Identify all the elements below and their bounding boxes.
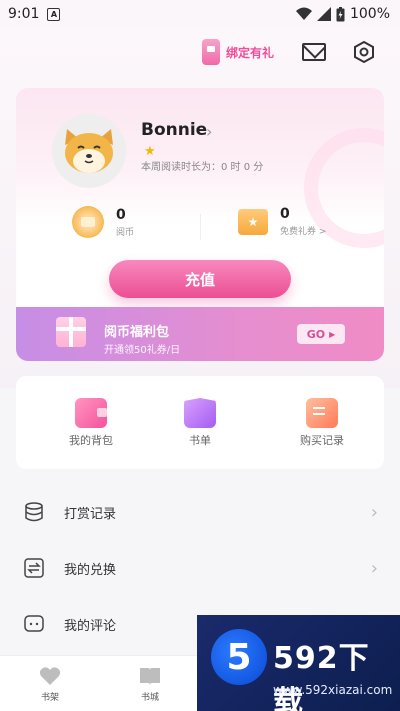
gift-icon xyxy=(56,317,86,347)
tab-bookstore[interactable]: 书城 xyxy=(100,656,200,711)
play-arrow-icon: ▶ xyxy=(329,329,336,339)
quick-label: 书单 xyxy=(189,434,211,447)
watermark-url: www.592xiazai.com xyxy=(273,683,393,697)
book-icon xyxy=(184,398,216,428)
tab-bookshelf[interactable]: 书架 xyxy=(0,656,100,711)
weekly-read-time: 本周阅读时长为：0 时 0 分 xyxy=(141,162,264,173)
coin-label: 阅币 xyxy=(116,227,135,238)
divider xyxy=(200,214,201,240)
purchase-history-button[interactable]: 购买记录 xyxy=(277,398,367,448)
booklist-button[interactable]: 书单 xyxy=(155,398,245,448)
level-star-icon: ★ xyxy=(144,144,156,159)
coupon-icon: ★ xyxy=(238,208,268,235)
settings-icon[interactable] xyxy=(352,40,376,64)
menu-label: 我的评论 xyxy=(64,618,117,634)
coupon-balance[interactable]: ★ 0 免费礼券 > xyxy=(238,206,326,237)
coupon-value: 0 xyxy=(280,206,290,222)
exchange-icon xyxy=(24,558,44,578)
chevron-right-icon: › xyxy=(370,557,378,579)
site-watermark: 5 592下载 www.592xiazai.com xyxy=(197,615,400,711)
my-backpack-button[interactable]: 我的背包 xyxy=(46,398,136,448)
heart-icon xyxy=(39,667,61,685)
menu-item-my-exchange[interactable]: 我的兑换 › xyxy=(0,540,400,596)
status-time: 9:01 xyxy=(8,6,40,22)
watermark-title: 592下载 xyxy=(273,641,370,711)
watermark-badge: 5 xyxy=(211,629,267,685)
promo-title: 阅币福利包 xyxy=(104,325,170,340)
battery-level: 100% xyxy=(349,6,390,22)
chevron-right-icon: › xyxy=(370,501,378,523)
avatar[interactable] xyxy=(52,114,126,188)
status-bar: 9:01 A 100% xyxy=(0,0,400,28)
coin-welfare-banner[interactable]: 阅币福利包 开通领50礼券/日 GO ▶ xyxy=(16,307,384,361)
profile-card: Bonnie › ★ 本周阅读时长为：0 时 0 分 0 阅币 ★ 0 免费礼券… xyxy=(16,88,384,316)
coupon-label: 免费礼券 > xyxy=(280,227,327,237)
menu-item-reward-history[interactable]: 打赏记录 › xyxy=(0,484,400,540)
book-icon xyxy=(140,668,160,685)
promo-subtitle: 开通领50礼券/日 xyxy=(104,345,181,356)
comment-icon xyxy=(24,615,44,632)
bind-gift-button[interactable]: 绑定有礼 xyxy=(201,39,274,65)
signal-icon xyxy=(316,7,331,21)
battery-icon xyxy=(336,6,345,21)
menu-label: 打赏记录 xyxy=(64,506,117,522)
shiba-avatar-icon xyxy=(65,129,113,173)
coin-value: 0 xyxy=(116,206,126,223)
tab-label: 书城 xyxy=(140,693,159,703)
top-toolbar: 绑定有礼 xyxy=(201,36,400,68)
tab-label: 书架 xyxy=(40,693,59,703)
coin-balance[interactable]: 0 阅币 xyxy=(72,206,134,238)
bind-gift-label: 绑定有礼 xyxy=(225,45,274,60)
coin-icon xyxy=(72,206,104,238)
go-button[interactable]: GO ▶ xyxy=(297,324,345,344)
mail-icon[interactable] xyxy=(302,43,326,61)
recharge-button[interactable]: 充值 xyxy=(109,260,291,298)
wallet-icon xyxy=(75,398,107,428)
wifi-icon xyxy=(295,7,312,20)
go-label: GO xyxy=(306,327,326,341)
quick-actions-panel: 我的背包 书单 购买记录 xyxy=(16,376,384,469)
receipt-icon xyxy=(306,398,338,428)
notification-icon: A xyxy=(47,7,61,21)
menu-label: 我的兑换 xyxy=(64,562,117,578)
database-icon xyxy=(25,502,43,522)
quick-label: 我的背包 xyxy=(69,434,113,447)
username[interactable]: Bonnie xyxy=(141,120,207,140)
phone-gift-icon xyxy=(201,39,220,65)
chevron-right-icon[interactable]: › xyxy=(206,122,212,141)
quick-label: 购买记录 xyxy=(300,434,344,447)
